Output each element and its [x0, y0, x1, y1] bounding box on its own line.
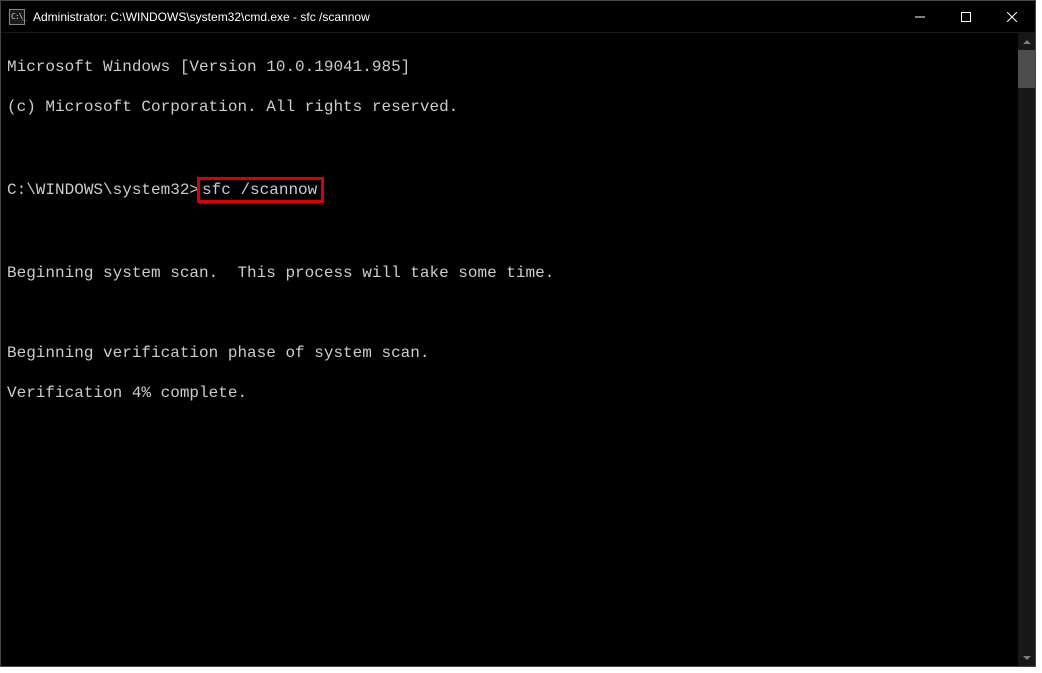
titlebar[interactable]: Administrator: C:\WINDOWS\system32\cmd.e… [1, 1, 1035, 33]
scroll-thumb[interactable] [1018, 50, 1035, 88]
maximize-button[interactable] [943, 1, 989, 33]
output-line: Beginning verification phase of system s… [7, 343, 1014, 363]
command-highlight: sfc /scannow [197, 177, 324, 203]
scroll-down-arrow-icon[interactable] [1018, 649, 1035, 666]
cmd-icon [9, 9, 25, 25]
window-title: Administrator: C:\WINDOWS\system32\cmd.e… [33, 10, 370, 24]
scroll-up-arrow-icon[interactable] [1018, 33, 1035, 50]
close-button[interactable] [989, 1, 1035, 33]
cmd-window: Administrator: C:\WINDOWS\system32\cmd.e… [0, 0, 1036, 667]
window-controls [897, 1, 1035, 32]
terminal-output[interactable]: Microsoft Windows [Version 10.0.19041.98… [1, 33, 1018, 666]
output-line: (c) Microsoft Corporation. All rights re… [7, 97, 1014, 117]
typed-command: sfc /scannow [202, 181, 317, 199]
output-line: Microsoft Windows [Version 10.0.19041.98… [7, 57, 1014, 77]
minimize-button[interactable] [897, 1, 943, 33]
content-area: Microsoft Windows [Version 10.0.19041.98… [1, 33, 1035, 666]
vertical-scrollbar[interactable] [1018, 33, 1035, 666]
output-blank [7, 223, 1014, 243]
scroll-track[interactable] [1018, 50, 1035, 649]
output-blank [7, 303, 1014, 323]
output-line: Beginning system scan. This process will… [7, 263, 1014, 283]
output-blank [7, 137, 1014, 157]
output-line: Verification 4% complete. [7, 383, 1014, 403]
prompt-path: C:\WINDOWS\system32> [7, 181, 199, 199]
prompt-line: C:\WINDOWS\system32>sfc /scannow [7, 177, 1014, 203]
